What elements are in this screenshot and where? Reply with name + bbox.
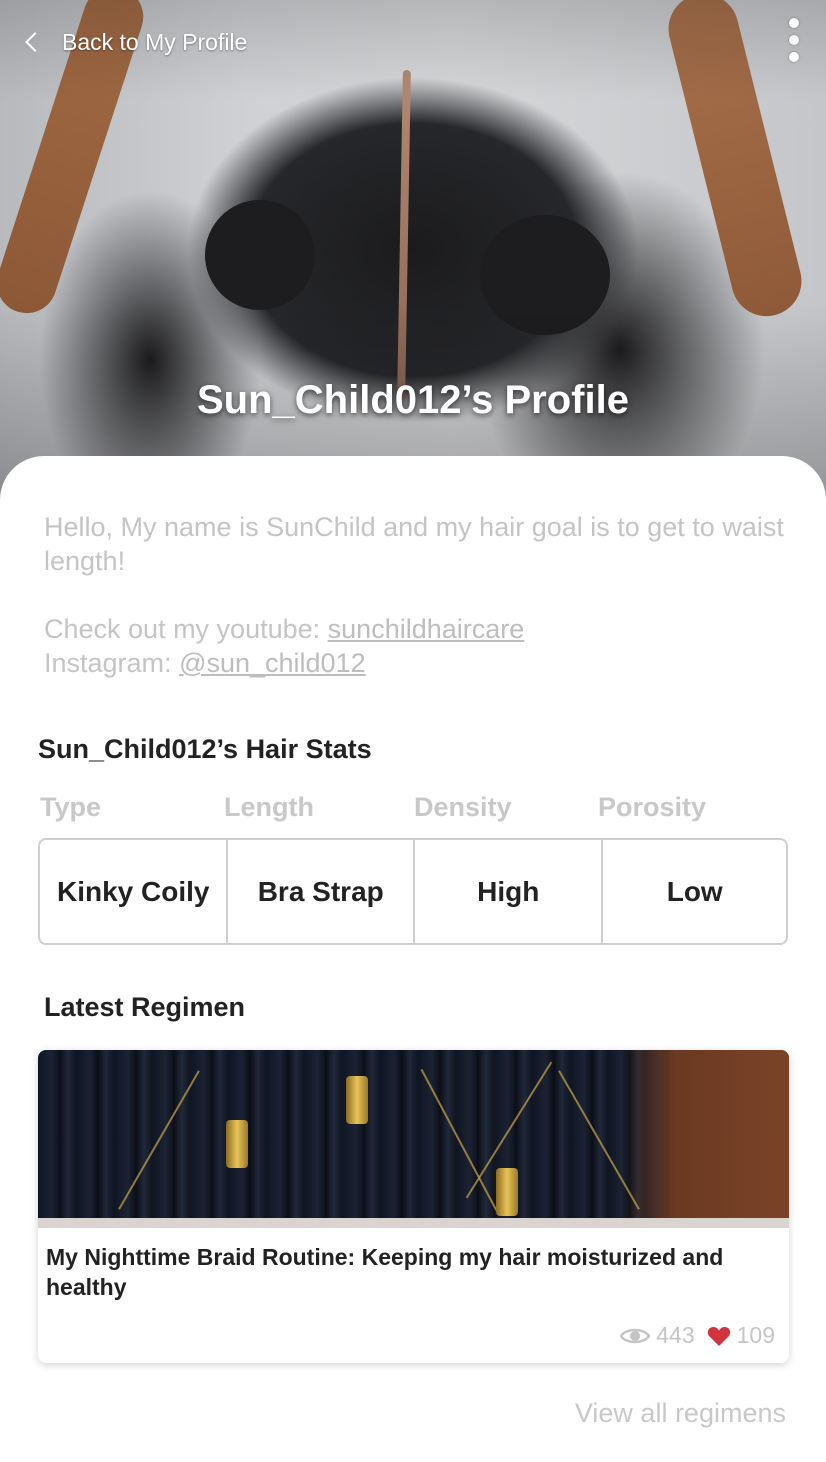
cover-overlay (0, 0, 826, 500)
profile-title: Sun_Child012’s Profile (197, 378, 629, 422)
stat-value-density: High (415, 840, 604, 943)
instagram-link[interactable]: @sun_child012 (179, 648, 366, 678)
thumbnail-detail (38, 1218, 789, 1228)
thumbnail-detail (226, 1120, 248, 1168)
thumbnail-detail (346, 1076, 368, 1124)
menu-dot (789, 18, 799, 28)
profile-bio: Hello, My name is SunChild and my hair g… (44, 510, 784, 680)
instagram-prefix: Instagram: (44, 648, 180, 678)
hair-stats-table: Kinky Coily Bra Strap High Low (38, 838, 788, 945)
profile-cover-image (0, 0, 826, 500)
thumbnail-detail (496, 1168, 518, 1216)
hair-stats-heading: Sun_Child012’s Hair Stats (38, 734, 372, 764)
chevron-left-icon (25, 32, 45, 52)
back-label: Back to My Profile (62, 28, 248, 55)
view-count: 443 (656, 1322, 695, 1348)
heart-icon[interactable] (707, 1325, 731, 1347)
regimen-thumbnail (38, 1050, 789, 1228)
stat-label-length: Length (224, 792, 314, 822)
menu-dot (789, 52, 799, 62)
stat-value-porosity: Low (666, 875, 723, 907)
kebab-menu-icon[interactable] (784, 18, 804, 62)
youtube-link[interactable]: sunchildhaircare (328, 614, 525, 644)
thumbnail-detail (558, 1070, 640, 1210)
regimen-card[interactable]: My Nighttime Braid Routine: Keeping my h… (38, 1050, 789, 1363)
stat-label-type: Type (40, 792, 102, 822)
bio-youtube-line: Check out my youtube: sunchildhaircare (44, 612, 784, 646)
thumbnail-detail (420, 1068, 498, 1212)
back-to-profile-button[interactable]: Back to My Profile (22, 26, 247, 58)
stat-label-porosity: Porosity (598, 792, 707, 822)
stat-value-type: Kinky Coily (40, 840, 229, 943)
regimen-stats: 443 109 (620, 1322, 775, 1349)
youtube-prefix: Check out my youtube: (44, 614, 328, 644)
latest-regimen-heading: Latest Regimen (44, 992, 246, 1022)
regimen-title: My Nighttime Braid Routine: Keeping my h… (46, 1244, 724, 1300)
bio-text: Hello, My name is SunChild and my hair g… (44, 512, 784, 576)
thumbnail-detail (118, 1070, 200, 1210)
stat-label-density: Density (414, 792, 512, 822)
menu-dot (789, 35, 799, 45)
stat-value-length: Bra Strap (228, 840, 415, 943)
eye-icon (620, 1328, 651, 1343)
like-count: 109 (736, 1322, 775, 1348)
bio-instagram-line: Instagram: @sun_child012 (44, 646, 784, 680)
view-all-regimens-link[interactable]: View all regimens (575, 1398, 786, 1429)
